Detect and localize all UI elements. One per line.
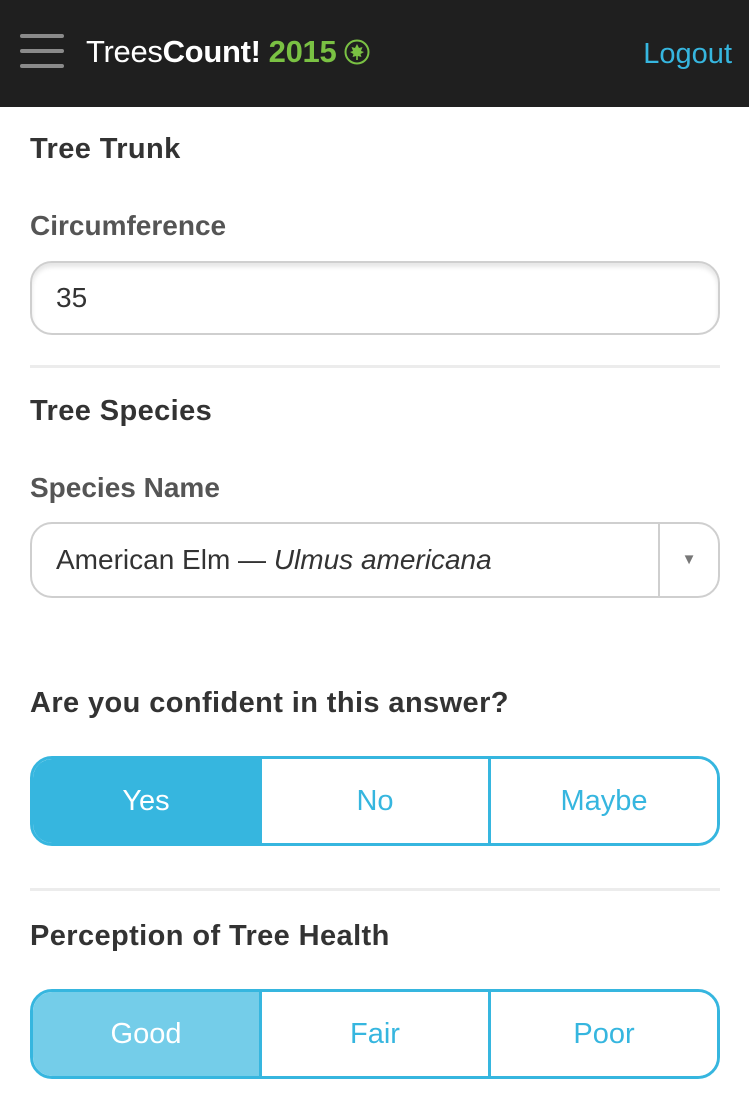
section-divider — [30, 888, 720, 891]
logo-count-text: Count! — [162, 34, 261, 69]
health-segmented-control: Good Fair Poor — [30, 989, 720, 1079]
confidence-maybe-button[interactable]: Maybe — [488, 759, 717, 843]
species-name-label: Species Name — [30, 472, 220, 503]
logo-year-text: 2015 — [268, 34, 337, 69]
species-latin-name: Ulmus americana — [273, 544, 492, 575]
species-selected-value: American Elm — Ulmus americana — [56, 524, 492, 596]
species-name-select[interactable]: American Elm — Ulmus americana ▼ — [30, 522, 720, 598]
menu-bar-line — [20, 34, 64, 38]
confidence-yes-button[interactable]: Yes — [33, 759, 259, 843]
chevron-down-icon[interactable]: ▼ — [678, 524, 700, 596]
menu-bar-line — [20, 49, 64, 53]
confidence-question: Are you confident in this answer? — [30, 687, 509, 719]
health-fair-button[interactable]: Fair — [259, 992, 488, 1076]
leaf-icon — [344, 39, 370, 65]
confidence-segmented-control: Yes No Maybe — [30, 756, 720, 846]
species-common-name: American Elm — [56, 544, 231, 575]
circumference-input[interactable] — [30, 261, 720, 335]
logo-trees-text: Trees — [86, 34, 163, 69]
app-logo[interactable]: Trees Count! 2015 — [86, 32, 370, 72]
logout-link[interactable]: Logout — [643, 38, 732, 71]
confidence-no-button[interactable]: No — [259, 759, 488, 843]
circumference-label: Circumference — [30, 210, 227, 241]
select-separator — [658, 524, 660, 596]
section-title-tree-health: Perception of Tree Health — [30, 920, 390, 952]
species-separator: — — [230, 544, 274, 575]
hamburger-menu-icon[interactable] — [20, 34, 64, 70]
top-navigation-bar: Trees Count! 2015 Logout — [0, 0, 749, 107]
health-poor-button[interactable]: Poor — [488, 992, 717, 1076]
section-divider — [30, 365, 720, 368]
section-title-tree-trunk: Tree Trunk — [30, 133, 181, 165]
health-good-button[interactable]: Good — [33, 992, 259, 1076]
menu-bar-line — [20, 64, 64, 68]
section-title-tree-species: Tree Species — [30, 395, 213, 427]
